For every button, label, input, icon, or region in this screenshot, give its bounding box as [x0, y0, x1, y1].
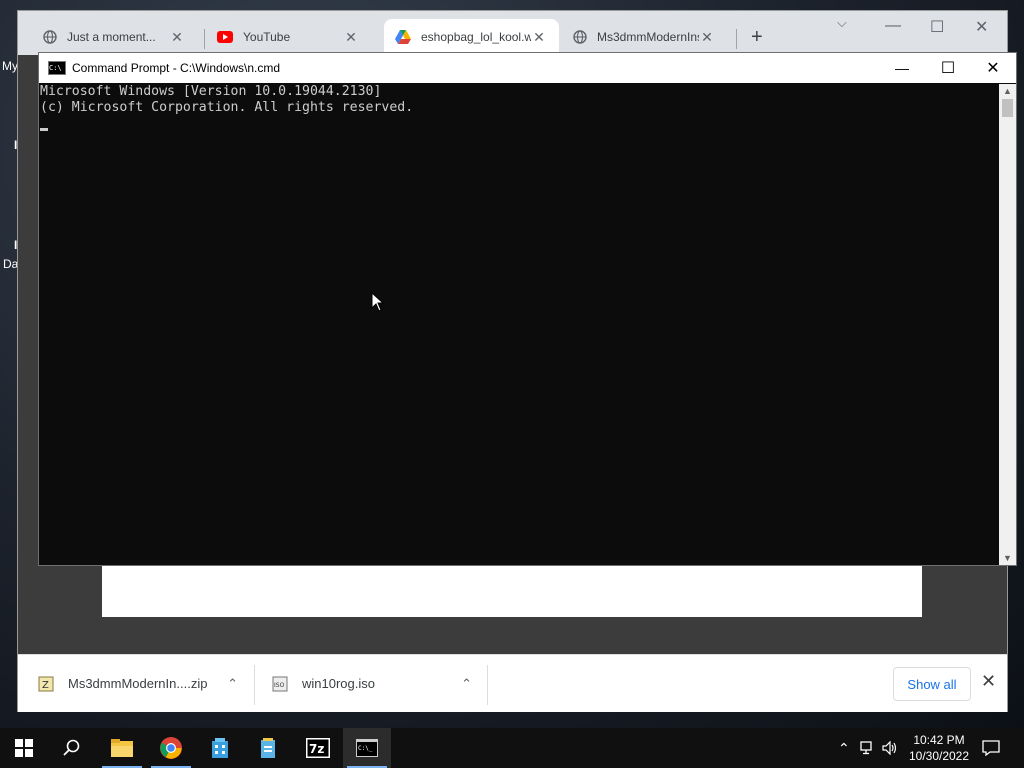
scroll-down-icon[interactable]: ▼ [999, 553, 1016, 563]
installer-icon [261, 738, 275, 758]
action-center-button[interactable] [982, 728, 1000, 768]
taskbar-app-installer[interactable] [244, 728, 292, 768]
chevron-up-icon[interactable]: ⌃ [461, 676, 472, 692]
download-item[interactable]: Z Ms3dmmModernIn....zip ⌃ [38, 655, 238, 712]
globe-icon [43, 30, 57, 44]
chevron-up-icon[interactable]: ⌃ [838, 740, 850, 757]
close-icon[interactable]: ✕ [970, 53, 1016, 83]
google-drive-icon [395, 30, 411, 44]
download-item[interactable]: ISO win10rog.iso ⌃ [272, 655, 472, 712]
svg-text:ISO: ISO [274, 682, 285, 689]
close-tab-icon[interactable]: ✕ [343, 29, 359, 46]
close-icon[interactable]: ✕ [975, 17, 988, 37]
svg-text:Z: Z [42, 680, 49, 691]
tab-title: Ms3dmmModernInst [597, 30, 699, 44]
volume-icon[interactable] [882, 741, 898, 755]
download-filename: win10rog.iso [302, 676, 375, 691]
iso-file-icon: ISO [272, 676, 288, 691]
show-all-button[interactable]: Show all [893, 667, 971, 701]
maximize-icon[interactable]: ☐ [930, 17, 944, 37]
notification-icon [982, 740, 1000, 756]
taskbar-command-prompt[interactable]: C:\_ [343, 728, 391, 768]
network-icon[interactable] [860, 741, 876, 755]
globe-icon [573, 30, 587, 44]
taskbar: 7z C:\_ ⌃ 10:42 PM 10/30/2022 [0, 728, 1024, 768]
clock-time: 10:42 PM [913, 733, 965, 747]
new-tab-button[interactable]: + [751, 26, 763, 49]
taskbar-chrome[interactable] [147, 728, 195, 768]
chrome-icon [160, 737, 182, 759]
chevron-up-icon[interactable]: ⌃ [227, 676, 238, 692]
tab-youtube[interactable]: YouTube ✕ [196, 23, 371, 51]
taskbar-file-explorer[interactable] [98, 728, 146, 768]
divider [487, 665, 488, 705]
zip-file-icon: Z [38, 676, 54, 691]
desktop-icon-label[interactable]: My [2, 59, 18, 73]
command-prompt-window: C:\ Command Prompt - C:\Windows\n.cmd — … [38, 52, 1017, 566]
cmd-icon: C:\_ [356, 739, 378, 757]
scroll-thumb[interactable] [1002, 99, 1013, 117]
console-line: (c) Microsoft Corporation. All rights re… [40, 100, 414, 115]
tab-title: eshopbag_lol_kool.w [421, 30, 531, 44]
minimize-icon[interactable]: — [885, 17, 901, 35]
close-tab-icon[interactable]: ✕ [169, 29, 185, 46]
vertical-scrollbar[interactable]: ▲ ▼ [999, 84, 1016, 565]
tab-ms3dmm[interactable]: Ms3dmmModernInst ✕ [552, 23, 727, 51]
svg-text:7z: 7z [309, 742, 324, 756]
tab-search-icon[interactable]: ⌵ [837, 15, 847, 31]
close-tab-icon[interactable]: ✕ [699, 29, 715, 46]
tab-eshopbag[interactable]: eshopbag_lol_kool.w ✕ [384, 19, 559, 55]
page-panel [102, 564, 922, 617]
tab-divider [736, 29, 737, 49]
search-button[interactable] [48, 728, 96, 768]
start-button[interactable] [0, 728, 48, 768]
tab-strip: Just a moment... ✕ YouTube ✕ eshopbag_lo… [18, 11, 1007, 55]
download-shelf: Z Ms3dmmModernIn....zip ⌃ ISO win10rog.i… [18, 654, 1007, 712]
minimize-icon[interactable]: — [879, 53, 925, 83]
console-output[interactable]: Microsoft Windows [Version 10.0.19044.21… [39, 84, 1000, 564]
mouse-pointer-icon [371, 292, 385, 312]
folder-icon [111, 739, 133, 757]
download-filename: Ms3dmmModernIn....zip [68, 676, 208, 691]
tab-title: YouTube [243, 30, 291, 44]
taskbar-app-blue[interactable] [196, 728, 244, 768]
clock[interactable]: 10:42 PM 10/30/2022 [900, 732, 978, 764]
close-tab-icon[interactable]: ✕ [531, 29, 547, 46]
tab-just-a-moment[interactable]: Just a moment... ✕ [22, 23, 197, 51]
text-cursor [40, 128, 48, 131]
taskbar-7zip[interactable]: 7z [294, 728, 342, 768]
scroll-up-icon[interactable]: ▲ [999, 86, 1016, 96]
youtube-icon [217, 31, 233, 43]
cmd-icon[interactable]: C:\ [48, 61, 66, 75]
windows-logo-icon [15, 739, 33, 757]
system-tray: ⌃ [838, 728, 898, 768]
close-icon[interactable]: ✕ [981, 671, 996, 692]
7zip-icon: 7z [306, 738, 330, 758]
search-icon [63, 739, 80, 756]
svg-text:C:\_: C:\_ [358, 745, 373, 752]
window-title: Command Prompt - C:\Windows\n.cmd [72, 61, 281, 75]
divider [254, 665, 255, 705]
title-bar[interactable]: C:\ Command Prompt - C:\Windows\n.cmd — … [39, 53, 1016, 83]
clock-date: 10/30/2022 [908, 749, 970, 763]
maximize-icon[interactable]: ☐ [925, 53, 971, 83]
console-line: Microsoft Windows [Version 10.0.19044.21… [40, 84, 382, 99]
tab-title: Just a moment... [67, 30, 156, 44]
building-icon [212, 738, 228, 758]
